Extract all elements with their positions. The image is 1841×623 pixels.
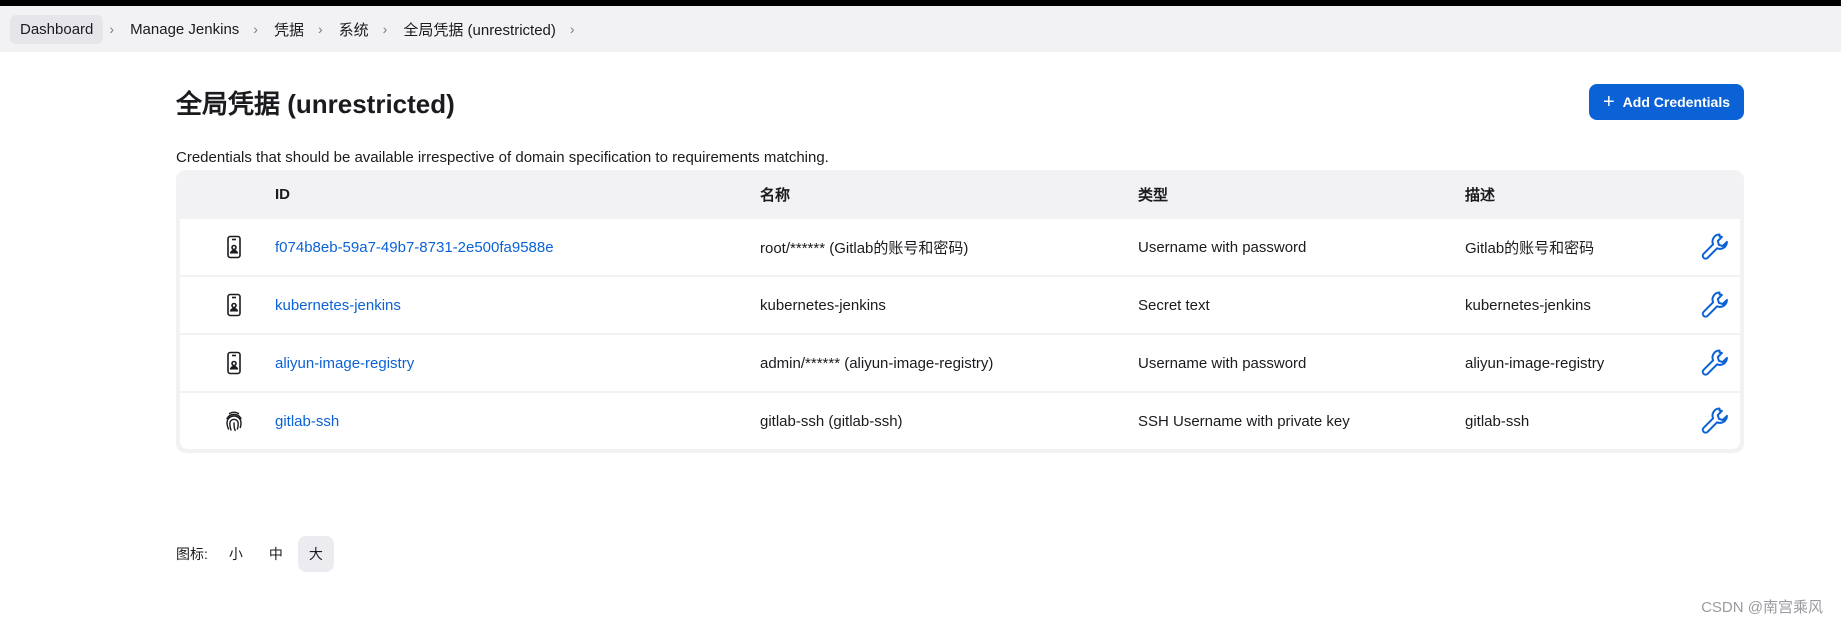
chevron-right-icon[interactable]: › [383, 21, 388, 37]
credential-description: gitlab-ssh [1465, 412, 1530, 430]
breadcrumb-item-manage-jenkins[interactable]: Manage Jenkins › [122, 15, 266, 44]
icon-size-small[interactable]: 小 [218, 536, 254, 572]
table-row: kubernetes-jenkins kubernetes-jenkins Se… [180, 277, 1740, 333]
credential-id-link[interactable]: gitlab-ssh [275, 413, 339, 430]
header-description[interactable]: 描述 [1465, 184, 1495, 205]
credential-description: Gitlab的账号和密码 [1465, 239, 1595, 257]
table-row: f074b8eb-59a7-49b7-8731-2e500fa9588e roo… [180, 219, 1740, 275]
credential-name: kubernetes-jenkins [760, 296, 886, 314]
table-row: gitlab-ssh gitlab-ssh (gitlab-ssh) SSH U… [180, 393, 1740, 449]
page-title: 全局凭据 (unrestricted) [176, 89, 455, 119]
breadcrumb-label[interactable]: Dashboard [10, 14, 104, 44]
header-id[interactable]: ID [275, 186, 290, 203]
breadcrumb-label[interactable]: 系统 [331, 13, 377, 46]
credential-type: Secret text [1138, 296, 1210, 314]
icon-size-medium[interactable]: 中 [258, 536, 294, 572]
chevron-right-icon[interactable]: › [570, 21, 575, 37]
chevron-right-icon[interactable]: › [318, 21, 323, 37]
credential-type: Username with password [1138, 354, 1307, 372]
add-credentials-label: Add Credentials [1622, 94, 1731, 110]
wrench-icon[interactable] [1699, 405, 1731, 437]
table-row: aliyun-image-registry admin/****** (aliy… [180, 335, 1740, 391]
credential-id-link[interactable]: kubernetes-jenkins [275, 297, 401, 314]
credential-id-link[interactable]: aliyun-image-registry [275, 355, 414, 372]
breadcrumb-label[interactable]: 全局凭据 (unrestricted) [395, 13, 564, 46]
page-description: Credentials that should be available irr… [176, 149, 829, 166]
phone-user-icon [227, 293, 241, 317]
breadcrumb-item-global-credentials[interactable]: 全局凭据 (unrestricted) › [395, 13, 582, 46]
phone-user-icon [227, 235, 241, 259]
header-type[interactable]: 类型 [1138, 184, 1168, 205]
credential-name: root/****** (Gitlab的账号和密码) [760, 239, 969, 257]
fingerprint-icon [226, 411, 242, 432]
wrench-icon[interactable] [1699, 347, 1731, 379]
breadcrumb-label[interactable]: 凭据 [266, 13, 312, 46]
chevron-right-icon[interactable]: › [109, 21, 114, 37]
breadcrumb-item-system[interactable]: 系统 › [331, 13, 396, 46]
breadcrumb-item-credentials[interactable]: 凭据 › [266, 13, 331, 46]
credentials-table: ID 名称 类型 描述 f074b8eb-59a7-49b7-8731-2e50… [176, 170, 1744, 453]
breadcrumb: Dashboard › Manage Jenkins › 凭据 › 系统 › 全… [0, 6, 1841, 52]
credential-type: SSH Username with private key [1138, 412, 1350, 430]
plus-icon: + [1602, 91, 1615, 113]
credential-type: Username with password [1138, 238, 1307, 256]
watermark: CSDN @南宫乘风 [1701, 599, 1823, 616]
icon-size-label: 图标: [176, 546, 208, 562]
credential-name: admin/****** (aliyun-image-registry) [760, 354, 994, 372]
table-header: ID 名称 类型 描述 [180, 170, 1740, 219]
wrench-icon[interactable] [1699, 289, 1731, 321]
credential-name: gitlab-ssh (gitlab-ssh) [760, 412, 903, 430]
breadcrumb-label[interactable]: Manage Jenkins [122, 15, 247, 44]
breadcrumb-item-dashboard[interactable]: Dashboard › [10, 14, 122, 44]
add-credentials-button[interactable]: + Add Credentials [1589, 84, 1744, 120]
icon-size-large[interactable]: 大 [297, 536, 334, 572]
wrench-icon[interactable] [1699, 231, 1731, 263]
header-name[interactable]: 名称 [760, 184, 790, 205]
credential-description: aliyun-image-registry [1465, 354, 1605, 372]
chevron-right-icon[interactable]: › [253, 21, 258, 37]
icon-size-selector: 图标: 小 中 大 [176, 536, 338, 572]
credential-id-link[interactable]: f074b8eb-59a7-49b7-8731-2e500fa9588e [275, 239, 554, 256]
phone-user-icon [227, 351, 241, 375]
credential-description: kubernetes-jenkins [1465, 296, 1591, 314]
